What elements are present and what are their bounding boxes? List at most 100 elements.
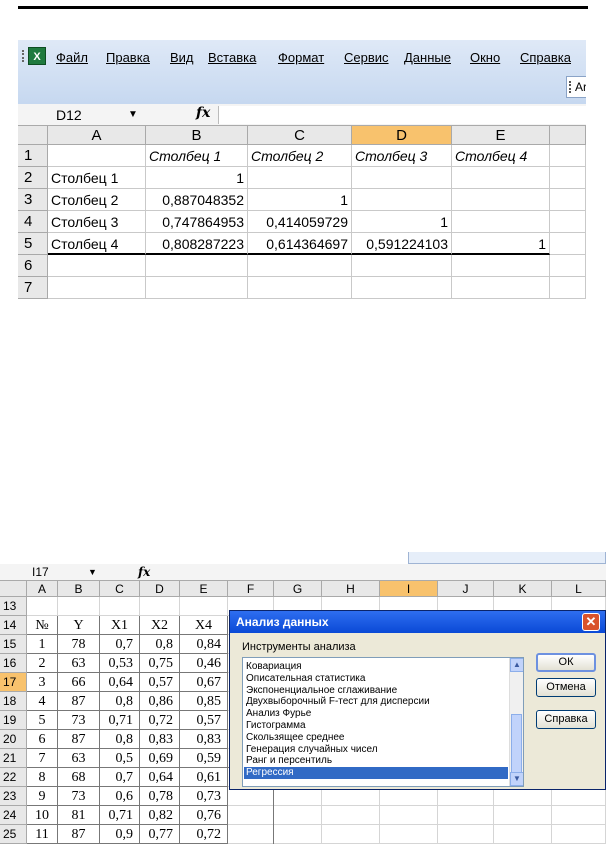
row-label-cell[interactable]: [48, 277, 146, 299]
correlation-cell[interactable]: [452, 255, 550, 277]
column-header-l[interactable]: L: [552, 581, 606, 597]
correlation-cell[interactable]: [248, 167, 352, 189]
empty-cell[interactable]: [180, 597, 228, 616]
select-all-corner[interactable]: [0, 581, 27, 597]
table-cell[interactable]: 0,64: [100, 673, 140, 692]
table-cell[interactable]: 0,71: [100, 711, 140, 730]
menu-data[interactable]: Данные: [404, 50, 451, 65]
column-label-cell[interactable]: [550, 145, 586, 167]
table-header-cell[interactable]: X2: [140, 616, 180, 635]
list-scrollbar[interactable]: ▲ ▼: [509, 658, 523, 786]
column-header-a[interactable]: A: [48, 126, 146, 145]
menu-tools[interactable]: Сервис: [344, 50, 389, 65]
correlation-cell[interactable]: 0,591224103: [352, 233, 452, 255]
table-header-cell[interactable]: №: [27, 616, 58, 635]
analysis-tools-list[interactable]: Ковариация Описательная статистика Экспоне…: [242, 657, 524, 787]
empty-cell[interactable]: [552, 806, 606, 825]
row-header[interactable]: 15: [0, 635, 27, 654]
column-header-a[interactable]: A: [27, 581, 58, 597]
empty-cell[interactable]: [380, 825, 438, 844]
row-header[interactable]: 22: [0, 768, 27, 787]
correlation-cell[interactable]: [550, 167, 586, 189]
table-cell[interactable]: 0,77: [140, 825, 180, 844]
correlation-cell[interactable]: [248, 277, 352, 299]
row-header[interactable]: 17: [0, 673, 27, 692]
correlation-cell[interactable]: 0,414059729: [248, 211, 352, 233]
empty-cell[interactable]: [140, 597, 180, 616]
name-box[interactable]: D12: [42, 106, 142, 124]
menu-help[interactable]: Справка: [520, 50, 571, 65]
correlation-cell[interactable]: [550, 211, 586, 233]
row-label-cell[interactable]: Столбец 1: [48, 167, 146, 189]
column-label-cell[interactable]: Столбец 4: [452, 145, 550, 167]
table-cell[interactable]: 0,71: [100, 806, 140, 825]
table-cell[interactable]: 0,61: [180, 768, 228, 787]
row-header[interactable]: 16: [0, 654, 27, 673]
menu-edit[interactable]: Правка: [106, 50, 150, 65]
correlation-cell[interactable]: [452, 167, 550, 189]
help-button[interactable]: Справка: [536, 710, 596, 729]
row-header[interactable]: 1: [18, 145, 48, 167]
table-cell[interactable]: 0,83: [180, 730, 228, 749]
table-cell[interactable]: 10: [27, 806, 58, 825]
row-header[interactable]: 6: [18, 255, 48, 277]
formula-input[interactable]: [218, 106, 586, 124]
column-header-f[interactable]: [550, 126, 586, 145]
correlation-cell[interactable]: [550, 255, 586, 277]
table-cell[interactable]: 0,7: [100, 635, 140, 654]
row-header[interactable]: 4: [18, 211, 48, 233]
table-cell[interactable]: 5: [27, 711, 58, 730]
table-cell[interactable]: 0,85: [180, 692, 228, 711]
table-cell[interactable]: 8: [27, 768, 58, 787]
fx-icon[interactable]: fx: [138, 564, 150, 581]
empty-cell[interactable]: [494, 806, 552, 825]
scroll-up-icon[interactable]: ▲: [510, 658, 523, 672]
menu-view[interactable]: Вид: [170, 50, 194, 65]
table-cell[interactable]: 0,8: [100, 730, 140, 749]
table-cell[interactable]: 0,59: [180, 749, 228, 768]
column-label-cell[interactable]: Столбец 3: [352, 145, 452, 167]
table-cell[interactable]: 0,83: [140, 730, 180, 749]
empty-cell[interactable]: [274, 806, 322, 825]
column-header-i[interactable]: I: [380, 581, 438, 597]
correlation-cell[interactable]: [452, 211, 550, 233]
row-header[interactable]: 24: [0, 806, 27, 825]
table-cell[interactable]: 63: [58, 749, 100, 768]
correlation-cell[interactable]: 0,614364697: [248, 233, 352, 255]
table-cell[interactable]: 73: [58, 787, 100, 806]
table-header-cell[interactable]: X1: [100, 616, 140, 635]
table-cell[interactable]: 0,67: [180, 673, 228, 692]
analysis-tool-item[interactable]: Гистограмма: [244, 720, 508, 732]
column-header-b[interactable]: B: [58, 581, 100, 597]
correlation-cell[interactable]: [248, 255, 352, 277]
table-cell[interactable]: 78: [58, 635, 100, 654]
column-label-cell[interactable]: [48, 145, 146, 167]
column-label-cell[interactable]: Столбец 2: [248, 145, 352, 167]
table-cell[interactable]: 0,6: [100, 787, 140, 806]
correlation-cell[interactable]: [452, 277, 550, 299]
close-icon[interactable]: ✕: [582, 613, 600, 631]
analysis-tool-item[interactable]: Описательная статистика: [244, 673, 508, 685]
table-cell[interactable]: 87: [58, 692, 100, 711]
cancel-button[interactable]: Отмена: [536, 678, 596, 697]
row-header[interactable]: 25: [0, 825, 27, 844]
correlation-cell[interactable]: 1: [146, 167, 248, 189]
correlation-cell[interactable]: [352, 277, 452, 299]
menu-insert[interactable]: Вставка: [208, 50, 256, 65]
empty-cell[interactable]: [58, 597, 100, 616]
empty-cell[interactable]: [438, 806, 494, 825]
table-cell[interactable]: 4: [27, 692, 58, 711]
column-header-j[interactable]: J: [438, 581, 494, 597]
row-header[interactable]: 20: [0, 730, 27, 749]
table-cell[interactable]: 0,8: [140, 635, 180, 654]
menu-file[interactable]: Файл: [56, 50, 88, 65]
row-header[interactable]: 18: [0, 692, 27, 711]
table-cell[interactable]: 0,86: [140, 692, 180, 711]
correlation-cell[interactable]: 0,808287223: [146, 233, 248, 255]
row-label-cell[interactable]: Столбец 2: [48, 189, 146, 211]
correlation-cell[interactable]: [550, 189, 586, 211]
empty-cell[interactable]: [552, 825, 606, 844]
table-cell[interactable]: 66: [58, 673, 100, 692]
column-header-f[interactable]: F: [228, 581, 274, 597]
correlation-cell[interactable]: 1: [248, 189, 352, 211]
